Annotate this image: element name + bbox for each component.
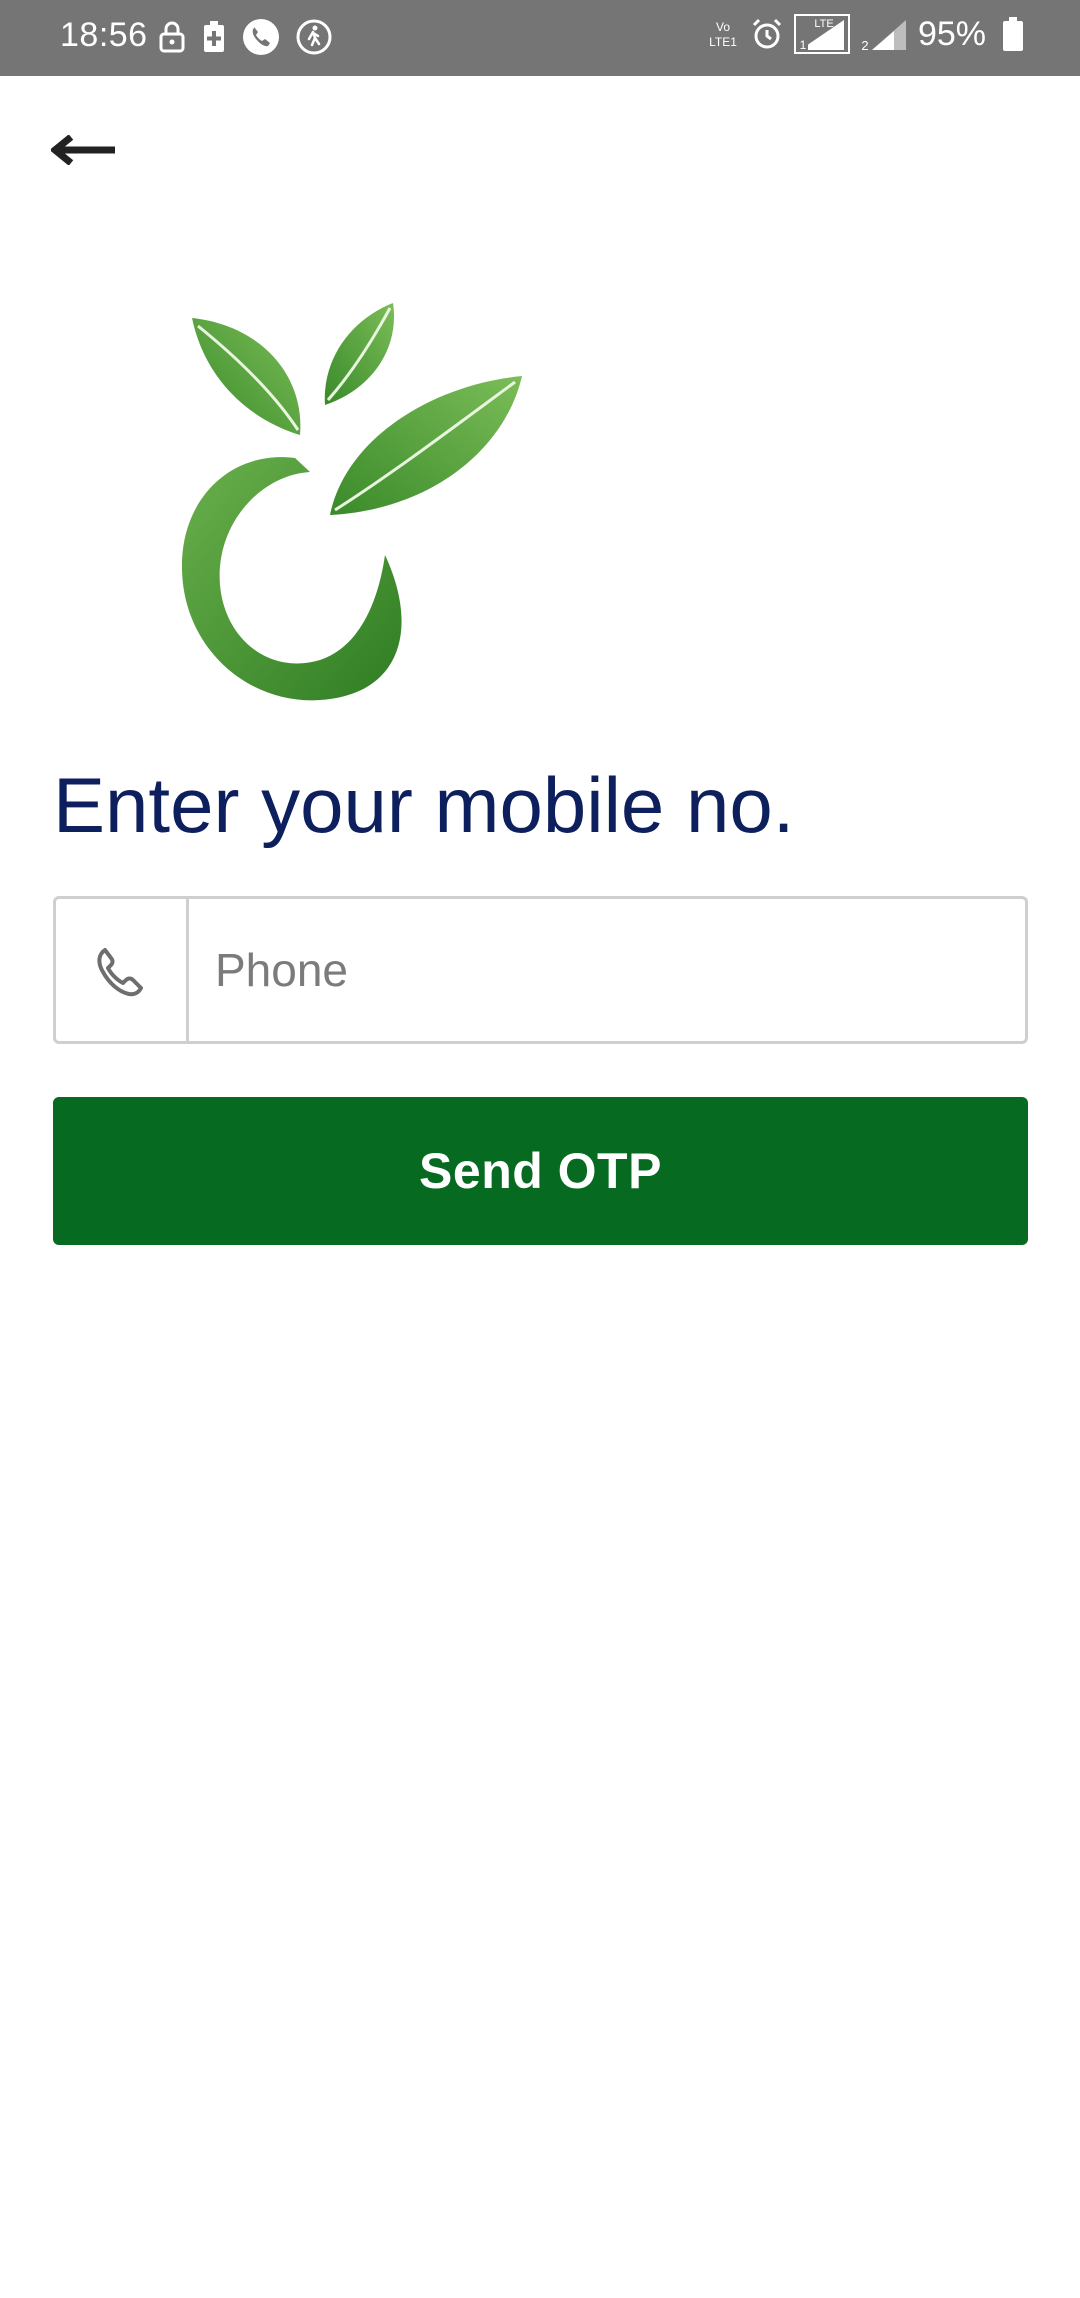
phone-icon bbox=[91, 940, 151, 1000]
status-left-icons bbox=[158, 18, 332, 56]
back-arrow-icon bbox=[51, 135, 117, 165]
svg-text:2: 2 bbox=[861, 38, 868, 52]
lock-icon bbox=[158, 20, 186, 54]
status-time: 18:56 bbox=[60, 16, 148, 54]
svg-text:LTE: LTE bbox=[814, 18, 833, 30]
app-logo bbox=[110, 300, 530, 720]
send-otp-button[interactable]: Send OTP bbox=[53, 1097, 1028, 1245]
volte-icon: Vo LTE1 bbox=[706, 17, 740, 51]
status-bar: 18:56 Vo LTE1 1 LTE 2 95% bbox=[0, 0, 1080, 76]
leaf-logo-icon bbox=[110, 300, 530, 720]
battery-icon bbox=[1002, 16, 1024, 52]
page-title: Enter your mobile no. bbox=[53, 761, 795, 849]
walk-icon bbox=[296, 19, 332, 55]
status-right-icons: Vo LTE1 1 LTE 2 95% bbox=[706, 14, 1024, 54]
svg-text:LTE1: LTE1 bbox=[709, 35, 737, 49]
svg-text:Vo: Vo bbox=[716, 20, 730, 34]
phone-input[interactable] bbox=[189, 899, 1025, 1041]
signal-sim2-icon: 2 bbox=[860, 16, 908, 52]
battery-saver-icon bbox=[202, 20, 226, 54]
call-icon bbox=[242, 18, 280, 56]
phone-prefix bbox=[56, 899, 189, 1041]
back-button[interactable] bbox=[44, 120, 124, 180]
svg-text:1: 1 bbox=[800, 38, 807, 52]
phone-field bbox=[53, 896, 1028, 1044]
alarm-icon bbox=[750, 17, 784, 51]
signal-sim1-icon: 1 LTE bbox=[793, 14, 850, 54]
battery-percent: 95% bbox=[917, 14, 986, 53]
